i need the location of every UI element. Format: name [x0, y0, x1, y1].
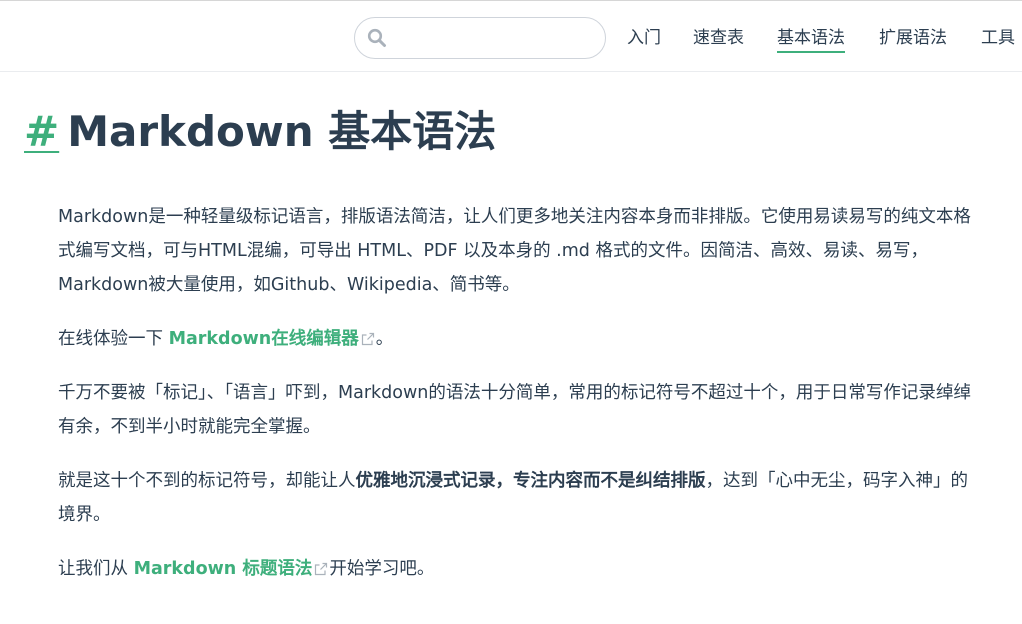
nav-item-intro[interactable]: 入门 — [627, 27, 661, 49]
intro-paragraph: Markdown是一种轻量级标记语言，排版语法简洁，让人们更多地关注内容本身而非… — [58, 207, 971, 295]
nav-item-extended-syntax[interactable]: 扩展语法 — [879, 27, 947, 49]
nav-item-basic-syntax[interactable]: 基本语法 — [777, 27, 845, 53]
simplicity-paragraph: 千万不要被「标记」、「语言」吓到，Markdown的语法十分简单，常用的标记符号… — [58, 383, 971, 437]
search-icon — [367, 28, 386, 47]
emphasis-text: 优雅地沉浸式记录，专注内容而不是纠结排版 — [355, 471, 706, 491]
paragraph-text: 开始学习吧。 — [329, 559, 435, 579]
heading-syntax-link[interactable]: Markdown 标题语法 — [134, 559, 313, 579]
page-title-text: Markdown 基本语法 — [67, 107, 497, 156]
paragraph-text: 。 — [375, 329, 394, 349]
nav-item-tools[interactable]: 工具 — [981, 27, 1015, 49]
paragraph-text: 就是这十个不到的标记符号，却能让人 — [58, 471, 356, 491]
article-content: Markdown是一种轻量级标记语言，排版语法简洁，让人们更多地关注内容本身而非… — [58, 200, 978, 606]
header-anchor-link[interactable]: # — [24, 107, 59, 156]
online-editor-paragraph: 在线体验一下 Markdown在线编辑器 。 — [58, 322, 978, 356]
online-editor-link[interactable]: Markdown在线编辑器 — [169, 329, 359, 349]
top-navbar: 入门 速查表 基本语法 扩展语法 工具 — [0, 0, 1022, 72]
external-link-icon — [361, 332, 374, 346]
external-link-icon — [315, 562, 328, 576]
search-box[interactable] — [354, 17, 606, 59]
paragraph-text: 让我们从 — [58, 559, 134, 579]
search-input[interactable] — [395, 24, 599, 54]
paragraph-text: 在线体验一下 — [58, 329, 169, 349]
nav-item-cheatsheet[interactable]: 速查表 — [693, 27, 744, 49]
page-title: # Markdown 基本语法 — [24, 104, 496, 160]
start-learning-paragraph: 让我们从 Markdown 标题语法 开始学习吧。 — [58, 552, 978, 586]
focus-paragraph: 就是这十个不到的标记符号，却能让人优雅地沉浸式记录，专注内容而不是纠结排版，达到… — [58, 464, 978, 532]
